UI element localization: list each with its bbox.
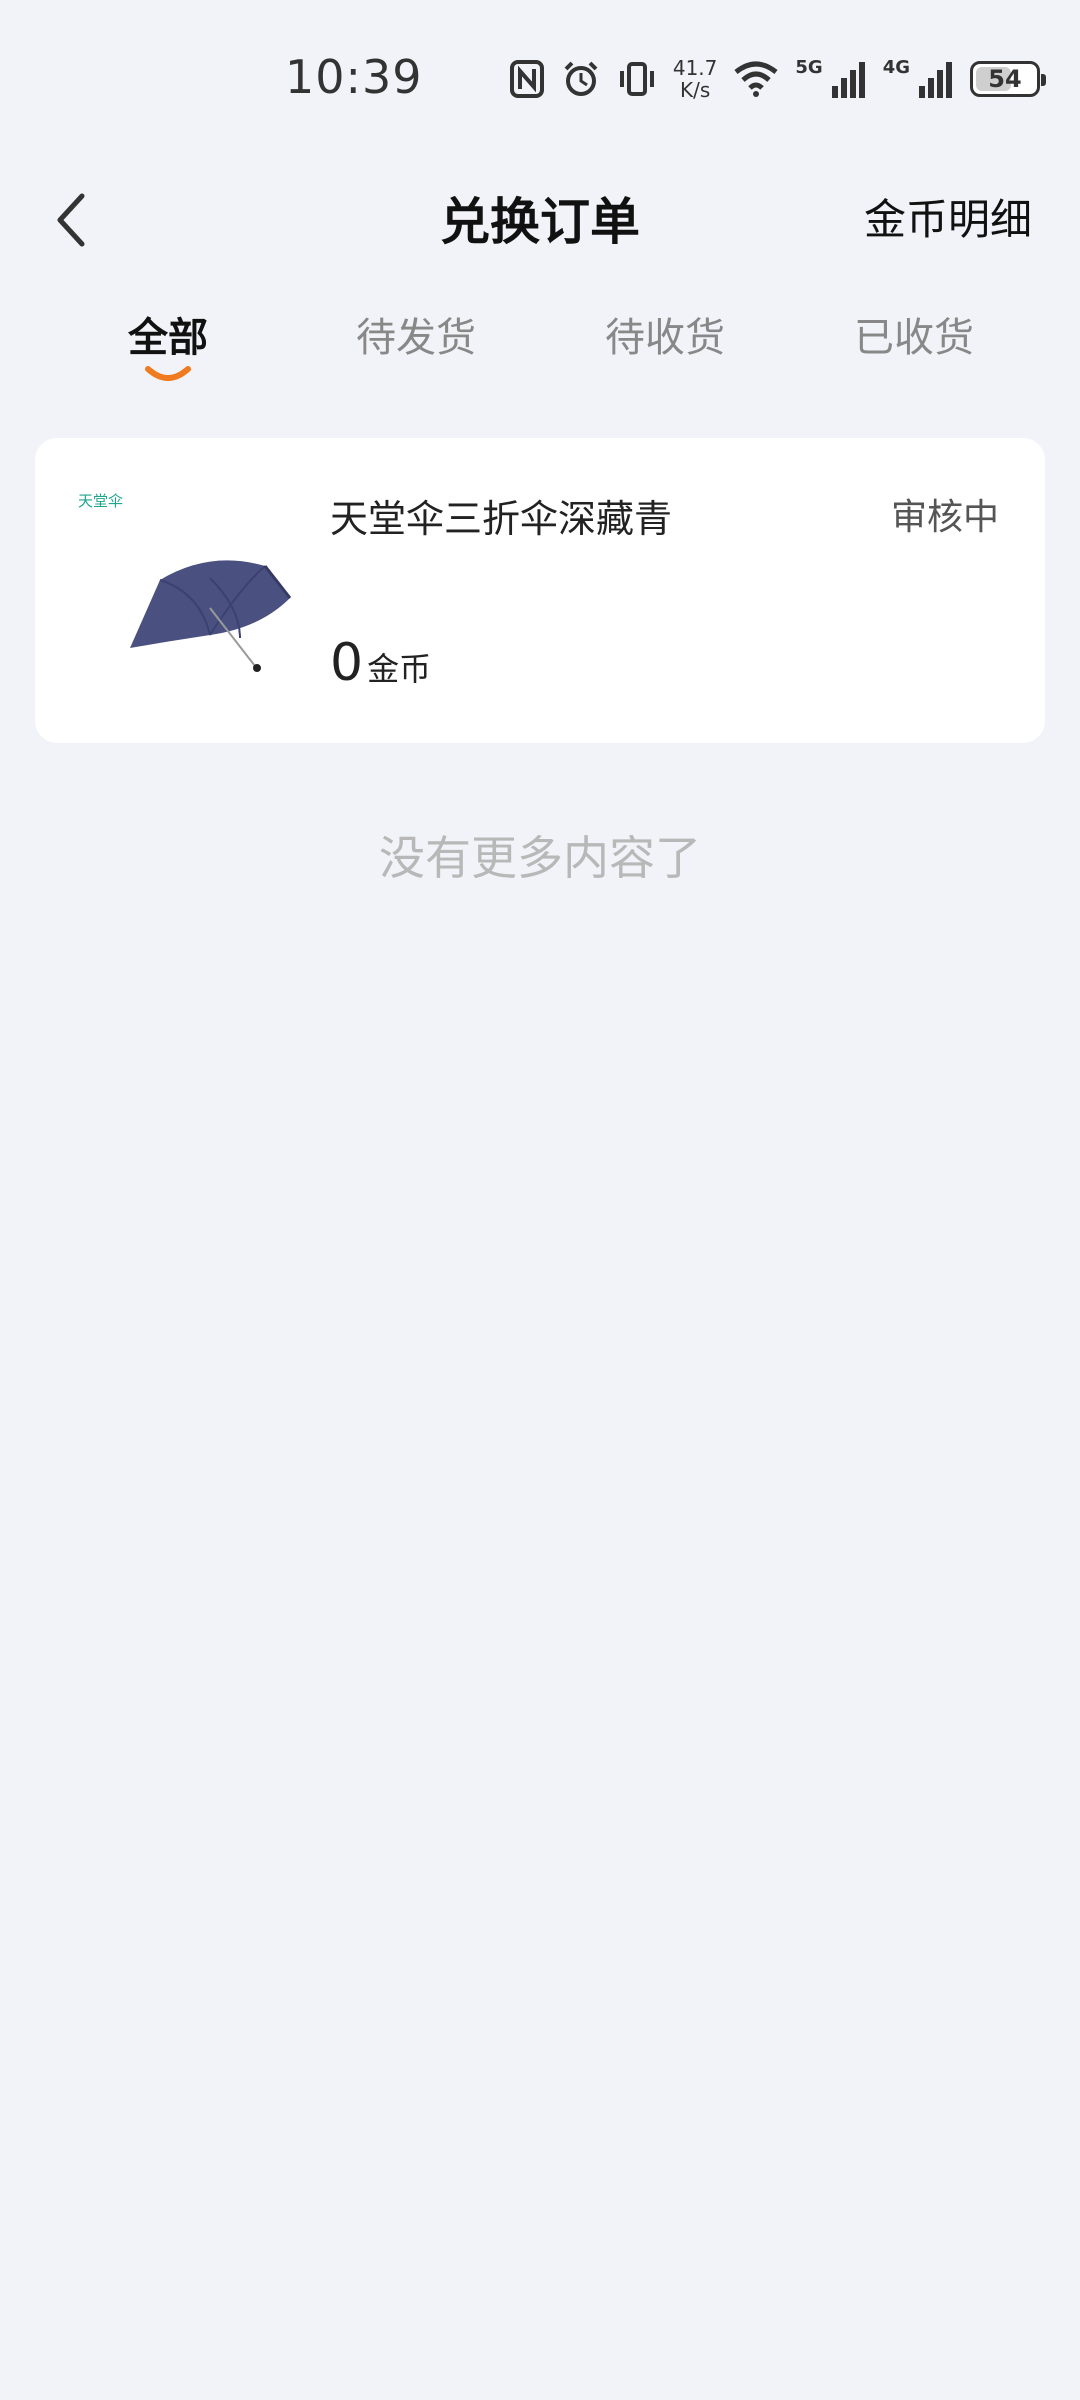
product-price: 0 金币 — [330, 633, 431, 693]
wifi-icon — [734, 61, 778, 97]
status-icons: 41.7 K/s 5G 4G 54 — [509, 54, 1046, 104]
tab-all[interactable]: 全部 — [68, 305, 268, 383]
alarm-icon — [564, 61, 598, 96]
battery-icon: 54 — [970, 61, 1046, 97]
network-speed-value: 41.7 — [672, 56, 718, 80]
coin-details-link[interactable]: 金币明细 — [864, 186, 1032, 247]
tab-received[interactable]: 已收货 — [814, 305, 1014, 363]
product-image — [90, 478, 320, 688]
tab-label: 已收货 — [854, 315, 974, 361]
price-unit: 金币 — [367, 650, 432, 688]
tab-pending-receipt[interactable]: 待收货 — [565, 305, 765, 363]
status-bar: 10:39 41.7 K/s 5G 4G 54 — [0, 0, 1080, 160]
battery-level: 54 — [988, 65, 1022, 93]
price-value: 0 — [330, 633, 364, 693]
order-tabs: 全部 待发货 待收货 已收货 — [0, 305, 1080, 405]
tab-label: 待收货 — [605, 315, 725, 361]
signal-5g-icon — [831, 62, 865, 98]
signal-4g-icon — [919, 62, 952, 98]
signal-5g-label: 5G — [795, 56, 823, 78]
tab-label: 待发货 — [356, 315, 476, 361]
tab-pending-shipment[interactable]: 待发货 — [316, 305, 516, 363]
product-brand-logo: 天堂伞 — [78, 492, 124, 510]
nfc-icon — [509, 60, 544, 98]
network-speed: 41.7 K/s — [673, 57, 718, 101]
network-speed-unit: K/s — [679, 78, 711, 102]
umbrella-image — [130, 560, 292, 672]
tab-label: 全部 — [128, 315, 208, 361]
order-card[interactable]: 天堂伞 天堂伞三折伞深藏青 审核中 0 金币 — [35, 438, 1045, 743]
order-status-badge: 审核中 — [890, 497, 999, 538]
status-time: 10:39 — [285, 50, 423, 104]
no-more-content-text: 没有更多内容了 — [379, 831, 701, 885]
vibrate-icon — [619, 62, 654, 96]
header: 兑换订单 金币明细 — [0, 160, 1080, 300]
signal-4g-label: 4G — [882, 56, 910, 78]
product-name: 天堂伞三折伞深藏青 — [330, 497, 673, 541]
tab-active-indicator — [145, 366, 191, 381]
